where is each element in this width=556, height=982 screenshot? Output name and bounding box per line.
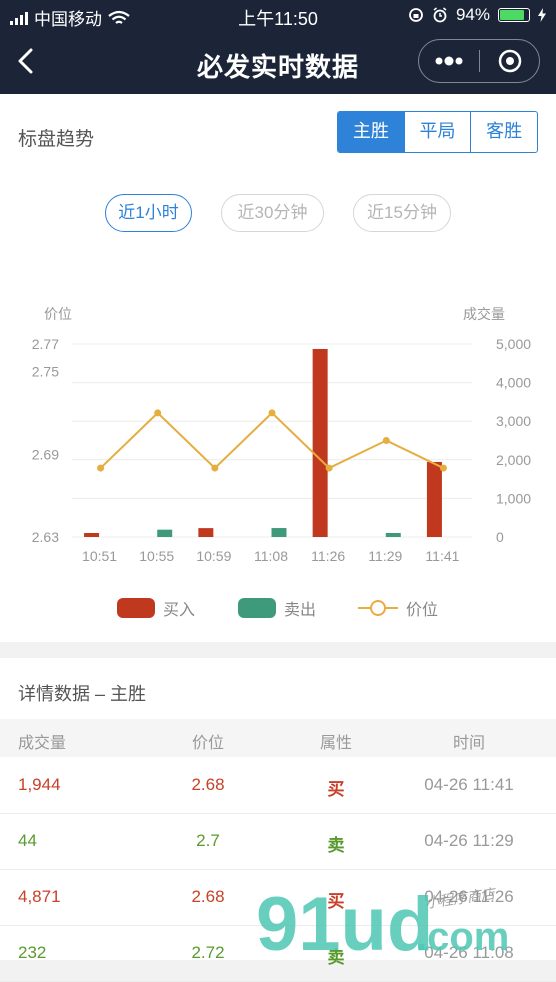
trend-card: 标盘趋势 主胜 平局 客胜 近1小时 近30分钟 近15分钟 价位 成交量 2.77… (0, 94, 556, 642)
y-left-label: 价位 (44, 306, 72, 322)
y-right-tick: 4,000 (496, 375, 531, 391)
row-price: 2.68 (191, 887, 225, 906)
watermark-tagline: 小程序商店 (424, 886, 498, 912)
nav-bar: 必发实时数据 (0, 32, 556, 94)
target-circle-icon (498, 49, 522, 73)
y-right-tick: 0 (496, 529, 504, 545)
row-price: 2.68 (191, 775, 225, 794)
watermark-suffix: .com (416, 915, 509, 959)
sell-swatch (238, 598, 276, 618)
x-tick: 10:51 (82, 548, 117, 564)
tab-home-win[interactable]: 主胜 (338, 112, 404, 152)
x-tick: 10:55 (139, 548, 174, 564)
sell-bar (271, 528, 287, 537)
tab-away-win[interactable]: 客胜 (470, 112, 537, 152)
x-tick: 11:29 (368, 548, 402, 564)
table-row: 1,944 2.68 买 04-26 11:41 (0, 757, 556, 814)
y-left-tick: 2.77 (32, 336, 59, 352)
price-point (154, 409, 162, 417)
y-left-tick: 2.75 (32, 364, 59, 380)
range-1h-button[interactable]: 近1小时 (105, 194, 192, 232)
y-right-tick: 1,000 (496, 490, 531, 506)
tab-draw[interactable]: 平局 (403, 112, 471, 152)
legend-buy: 买入 (117, 596, 195, 620)
trend-chart: 价位 成交量 2.77 2.75 2.69 2.63 5,000 4,000 3,000 2,00… (32, 306, 531, 564)
y-right-tick: 3,000 (496, 413, 531, 429)
table-header: 成交量 价位 属性 时间 (0, 719, 556, 757)
row-volume: 1,944 (18, 775, 61, 794)
buy-bar (426, 461, 442, 537)
x-tick: 11:26 (311, 548, 345, 564)
status-bar: 中国移动 上午11:50 94% (0, 0, 556, 32)
col-volume: 成交量 (18, 735, 67, 752)
mini-program-capsule (418, 39, 540, 83)
range-30m-button[interactable]: 近30分钟 (221, 194, 324, 232)
buy-swatch (117, 598, 155, 618)
x-tick: 10:59 (196, 548, 231, 564)
price-point (325, 464, 333, 472)
y-left-tick: 2.63 (32, 529, 59, 545)
outcome-tabs: 主胜 平局 客胜 (337, 111, 538, 153)
row-volume: 232 (18, 943, 47, 962)
row-price: 2.7 (196, 831, 220, 850)
legend-buy-label: 买入 (163, 602, 196, 619)
detail-title: 详情数据 – 主胜 (18, 684, 147, 704)
col-time: 时间 (452, 735, 485, 752)
range-15m-button[interactable]: 近15分钟 (353, 194, 451, 232)
buy-bar (312, 348, 328, 537)
row-time: 04-26 11:41 (424, 775, 514, 794)
row-side: 卖 (327, 836, 345, 855)
rotation-lock-icon (409, 8, 423, 22)
battery-icon (498, 8, 530, 22)
sell-bar (157, 529, 173, 537)
legend-price-label: 价位 (406, 602, 439, 619)
sell-bar (385, 533, 401, 537)
row-price: 2.72 (191, 943, 225, 962)
table-row: 44 2.7 卖 04-26 11:29 (0, 813, 556, 870)
watermark-logo: 91ud .com 小程序商店 (256, 882, 509, 960)
battery-percent: 94% (455, 5, 490, 24)
y-left-tick: 2.69 (32, 446, 59, 462)
y-right-tick: 2,000 (496, 452, 531, 468)
col-side: 属性 (319, 735, 352, 752)
more-button[interactable] (419, 40, 479, 82)
row-side: 买 (327, 780, 345, 799)
price-point (439, 464, 447, 472)
col-price: 价位 (191, 735, 224, 752)
x-tick: 11:08 (254, 548, 288, 564)
row-volume: 4,871 (18, 887, 61, 906)
trend-title: 标盘趋势 (18, 129, 95, 150)
row-volume: 44 (18, 831, 37, 850)
buy-bar (84, 533, 100, 537)
row-time: 04-26 11:29 (424, 831, 514, 850)
price-point (97, 464, 105, 472)
y-right-label: 成交量 (463, 306, 505, 322)
legend-sell-label: 卖出 (284, 602, 317, 619)
x-tick: 11:41 (425, 548, 459, 564)
price-line-marker-icon (358, 600, 398, 616)
y-right-tick: 5,000 (496, 336, 531, 352)
legend-price: 价位 (358, 596, 438, 620)
watermark-brand: 91ud (256, 882, 433, 960)
buy-bar (198, 528, 214, 537)
legend-sell: 卖出 (238, 596, 316, 620)
charging-icon (538, 8, 546, 22)
alarm-icon (433, 7, 447, 23)
close-button[interactable] (480, 40, 540, 82)
price-point (211, 464, 219, 472)
price-point (382, 437, 390, 444)
more-dots-icon (435, 56, 463, 66)
price-point (268, 409, 276, 417)
